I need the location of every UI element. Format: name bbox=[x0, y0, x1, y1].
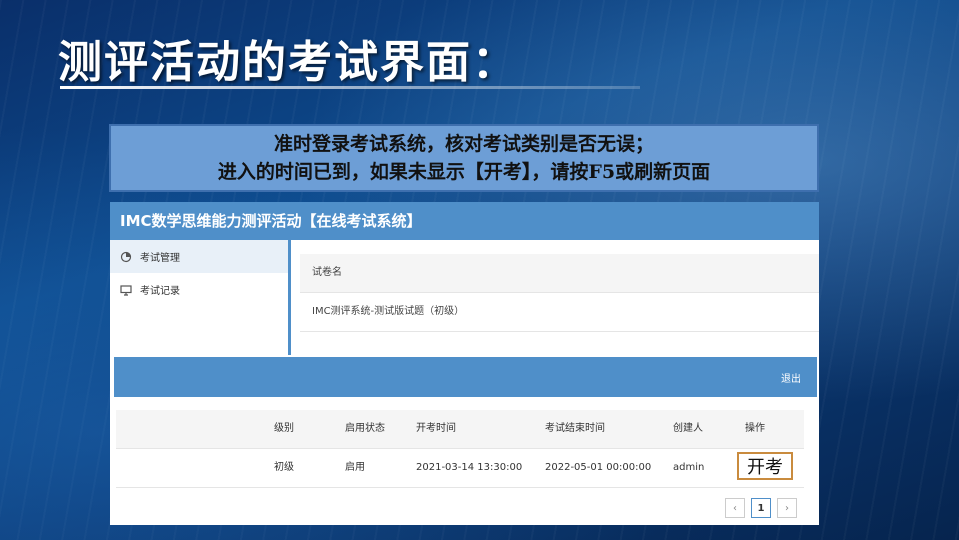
title-underline bbox=[60, 86, 640, 89]
start-exam-button[interactable]: 开考 bbox=[737, 452, 793, 480]
app-header-title: IMC数学思维能力测评活动【在线考试系统】 bbox=[110, 202, 819, 240]
notice-box: 准时登录考试系统，核对考试类别是否无误； 进入的时间已到，如果未显示【开考】，请… bbox=[109, 124, 819, 192]
exam-app-window: IMC数学思维能力测评活动【在线考试系统】 考试管理 考试记录 试卷名 IMC测… bbox=[110, 202, 819, 525]
pagination: ‹ 1 › bbox=[725, 498, 797, 518]
column-header-creator: 创建人 bbox=[673, 423, 703, 434]
cell-level: 初级 bbox=[274, 462, 294, 473]
sidebar-item-label: 考试管理 bbox=[140, 253, 180, 264]
notice-line-2: 进入的时间已到，如果未显示【开考】，请按F5或刷新页面 bbox=[217, 161, 711, 183]
sidebar-item-label: 考试记录 bbox=[140, 286, 180, 297]
column-header-action: 操作 bbox=[745, 423, 765, 434]
column-header-level: 级别 bbox=[274, 423, 294, 434]
page-number-button[interactable]: 1 bbox=[751, 498, 771, 518]
paper-list: 试卷名 IMC测评系统-测试版试题（初级） bbox=[300, 254, 819, 332]
column-header-status: 启用状态 bbox=[345, 423, 385, 434]
sidebar-item-exam-management[interactable]: 考试管理 bbox=[110, 240, 288, 273]
sidebar: 考试管理 考试记录 bbox=[110, 240, 291, 355]
cell-end-time: 2022-05-01 00:00:00 bbox=[545, 462, 652, 473]
cell-status: 启用 bbox=[345, 462, 365, 473]
pie-chart-icon bbox=[120, 251, 132, 263]
toolbar: 退出 bbox=[114, 357, 817, 397]
column-header-start-time: 开考时间 bbox=[416, 423, 456, 434]
next-page-button[interactable]: › bbox=[777, 498, 797, 518]
notice-line-1: 准时登录考试系统，核对考试类别是否无误； bbox=[273, 133, 654, 155]
cell-start-time: 2021-03-14 13:30:00 bbox=[416, 462, 523, 473]
table-header-row: 级别 启用状态 开考时间 考试结束时间 创建人 操作 bbox=[116, 410, 804, 449]
paper-list-item[interactable]: IMC测评系统-测试版试题（初级） bbox=[300, 293, 819, 332]
slide-title: 测评活动的考试界面： bbox=[58, 37, 518, 88]
cell-creator: admin bbox=[673, 462, 705, 473]
table-row: 初级 启用 2021-03-14 13:30:00 2022-05-01 00:… bbox=[116, 449, 804, 488]
monitor-icon bbox=[120, 284, 132, 296]
sidebar-item-exam-records[interactable]: 考试记录 bbox=[110, 273, 288, 306]
paper-list-header: 试卷名 bbox=[300, 254, 819, 293]
logout-button[interactable]: 退出 bbox=[781, 370, 801, 385]
exam-table: 级别 启用状态 开考时间 考试结束时间 创建人 操作 初级 启用 2021-03… bbox=[116, 410, 804, 488]
column-header-end-time: 考试结束时间 bbox=[545, 423, 605, 434]
prev-page-button[interactable]: ‹ bbox=[725, 498, 745, 518]
